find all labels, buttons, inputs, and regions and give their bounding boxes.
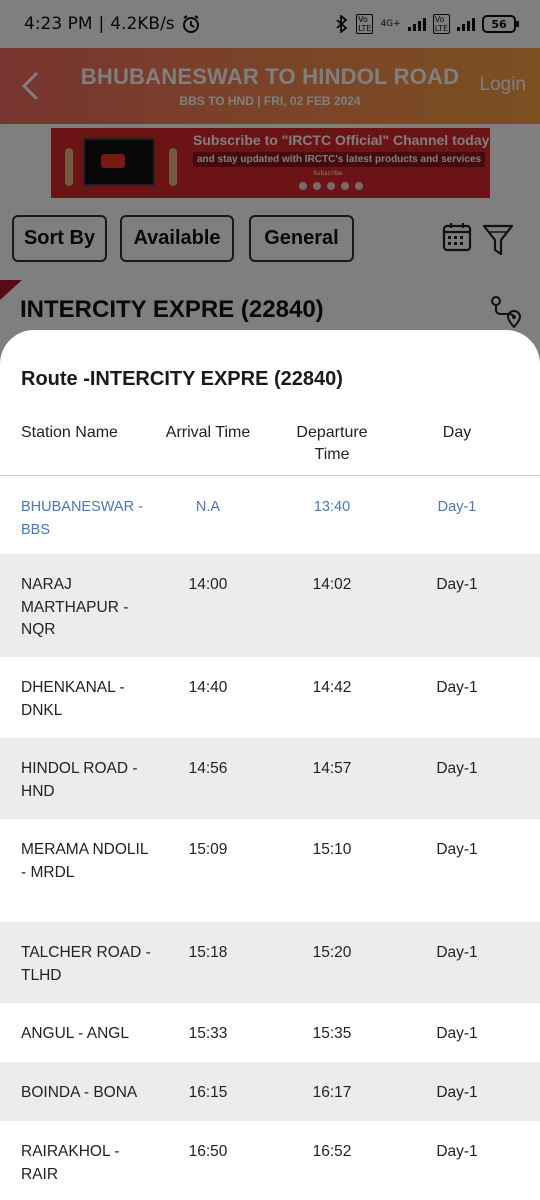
battery-icon: 56 xyxy=(482,15,519,33)
bluetooth-icon xyxy=(336,15,348,33)
route-icon[interactable] xyxy=(488,294,522,328)
status-separator: | xyxy=(98,14,105,34)
arrival-time: 14:40 xyxy=(188,679,228,696)
arrival-time: 15:33 xyxy=(188,1025,228,1042)
login-button[interactable]: Login xyxy=(480,74,527,96)
journey-day: Day-1 xyxy=(436,679,478,696)
column-header-day: Day xyxy=(442,424,472,441)
page-title: BHUBANESWAR TO HINDOL ROAD xyxy=(80,64,460,89)
train-name: INTERCITY EXPRE (22840) xyxy=(20,296,324,323)
departure-time: 14:02 xyxy=(312,576,352,593)
filter-row: Sort By Available General xyxy=(0,204,540,276)
banner-cta-text: Subscribe xyxy=(313,170,343,177)
station-name: TALCHER ROAD - TLHD xyxy=(21,944,151,984)
arrival-time: 15:09 xyxy=(188,841,228,858)
departure-time: 15:35 xyxy=(312,1025,352,1042)
departure-time: 15:20 xyxy=(312,944,352,961)
departure-time: 13:40 xyxy=(313,499,351,515)
status-speed: 4.2KB/s xyxy=(110,14,175,34)
train-ribbon xyxy=(0,280,22,300)
journey-day: Day-1 xyxy=(436,576,478,593)
alarm-icon xyxy=(182,15,199,33)
arrival-time: 16:50 xyxy=(188,1143,228,1160)
station-name: BHUBANESWAR - BBS xyxy=(21,499,143,538)
arrival-time: 14:56 xyxy=(188,760,228,777)
filter-icon[interactable] xyxy=(482,222,514,258)
app-header: BHUBANESWAR TO HINDOL ROAD BBS TO HND | … xyxy=(0,48,540,124)
column-header-departure: Departure Time xyxy=(296,424,368,463)
volte-icon: Vo LTE xyxy=(356,14,374,34)
station-name: NARAJ MARTHAPUR - NQR xyxy=(21,576,129,638)
table-row: DHENKANAL - DNKL 14:40 14:42 Day-1 xyxy=(0,657,540,738)
station-name: HINDOL ROAD - HND xyxy=(21,760,138,800)
arrival-time: 14:00 xyxy=(188,576,228,593)
banner-person-graphic xyxy=(65,148,73,186)
status-bar: 4:23 PM | 4.2KB/s Vo LTE 4G+ Vo LTE 56 xyxy=(0,0,540,48)
journey-day: Day-1 xyxy=(436,1025,478,1042)
table-row: MERAMA NDOLIL - MRDL 15:09 15:10 Day-1 xyxy=(0,819,540,922)
calendar-icon[interactable] xyxy=(442,222,472,252)
departure-time: 14:42 xyxy=(312,679,352,696)
arrival-time: 16:15 xyxy=(188,1084,228,1101)
signal-strength-icon-2 xyxy=(457,17,475,31)
signal-strength-icon xyxy=(407,17,426,31)
journey-day: Day-1 xyxy=(437,499,477,515)
social-icons xyxy=(299,182,363,190)
table-row: HINDOL ROAD - HND 14:56 14:57 Day-1 xyxy=(0,738,540,819)
departure-time: 15:10 xyxy=(312,841,352,858)
banner-area: Subscribe to "IRCTC Official" Channel to… xyxy=(0,124,540,204)
journey-day: Day-1 xyxy=(436,1143,478,1160)
departure-time: 16:17 xyxy=(312,1084,352,1101)
station-name: MERAMA NDOLIL - MRDL xyxy=(21,841,148,881)
journey-day: Day-1 xyxy=(436,760,478,777)
banner-headline: Subscribe to "IRCTC Official" Channel to… xyxy=(193,132,490,148)
journey-day: Day-1 xyxy=(436,944,478,961)
back-button[interactable] xyxy=(12,66,48,106)
status-left: 4:23 PM | 4.2KB/s xyxy=(24,14,201,34)
departure-time: 16:52 xyxy=(312,1143,352,1160)
arrival-time: N.A xyxy=(195,499,221,515)
station-name: RAIRAKHOL - RAIR xyxy=(21,1143,120,1183)
table-row: TALCHER ROAD - TLHD 15:18 15:20 Day-1 xyxy=(0,922,540,1003)
banner-tagline: and stay updated with IRCTC's latest pro… xyxy=(193,152,486,167)
journey-subtitle: BBS TO HND | FRI, 02 FEB 2024 xyxy=(179,94,361,108)
promo-banner[interactable]: Subscribe to "IRCTC Official" Channel to… xyxy=(51,128,490,198)
youtube-icon xyxy=(101,154,125,168)
banner-person-graphic-2 xyxy=(169,148,177,186)
table-row: BOINDA - BONA 16:15 16:17 Day-1 xyxy=(0,1062,540,1121)
journey-day: Day-1 xyxy=(436,841,478,858)
volte-icon-2: Vo LTE xyxy=(432,14,450,34)
route-table: BHUBANESWAR - BBS N.A 13:40 Day-1 NARAJ … xyxy=(0,476,540,1200)
journey-day: Day-1 xyxy=(436,1084,478,1101)
available-filter-button[interactable]: Available xyxy=(120,215,234,262)
column-header-station: Station Name xyxy=(21,424,118,441)
general-quota-button[interactable]: General xyxy=(249,215,354,262)
arrival-time: 15:18 xyxy=(188,944,228,961)
status-time: 4:23 PM xyxy=(24,14,93,34)
table-row: NARAJ MARTHAPUR - NQR 14:00 14:02 Day-1 xyxy=(0,554,540,657)
sort-by-button[interactable]: Sort By xyxy=(12,215,107,262)
back-arrow-icon xyxy=(21,72,38,100)
status-right: Vo LTE 4G+ Vo LTE 56 xyxy=(335,14,519,34)
table-row: BHUBANESWAR - BBS N.A 13:40 Day-1 xyxy=(0,476,540,554)
table-row: RAIRAKHOL - RAIR 16:50 16:52 Day-1 xyxy=(0,1121,540,1200)
station-name: DHENKANAL - DNKL xyxy=(21,679,125,719)
departure-time: 14:57 xyxy=(312,760,352,777)
route-bottom-sheet: Route -INTERCITY EXPRE (22840) Station N… xyxy=(0,330,540,1200)
network-type-label: 4G+ xyxy=(380,19,401,29)
table-row: ANGUL - ANGL 15:33 15:35 Day-1 xyxy=(0,1003,540,1062)
route-title: Route -INTERCITY EXPRE (22840) xyxy=(21,368,343,390)
column-header-arrival: Arrival Time xyxy=(165,424,251,441)
